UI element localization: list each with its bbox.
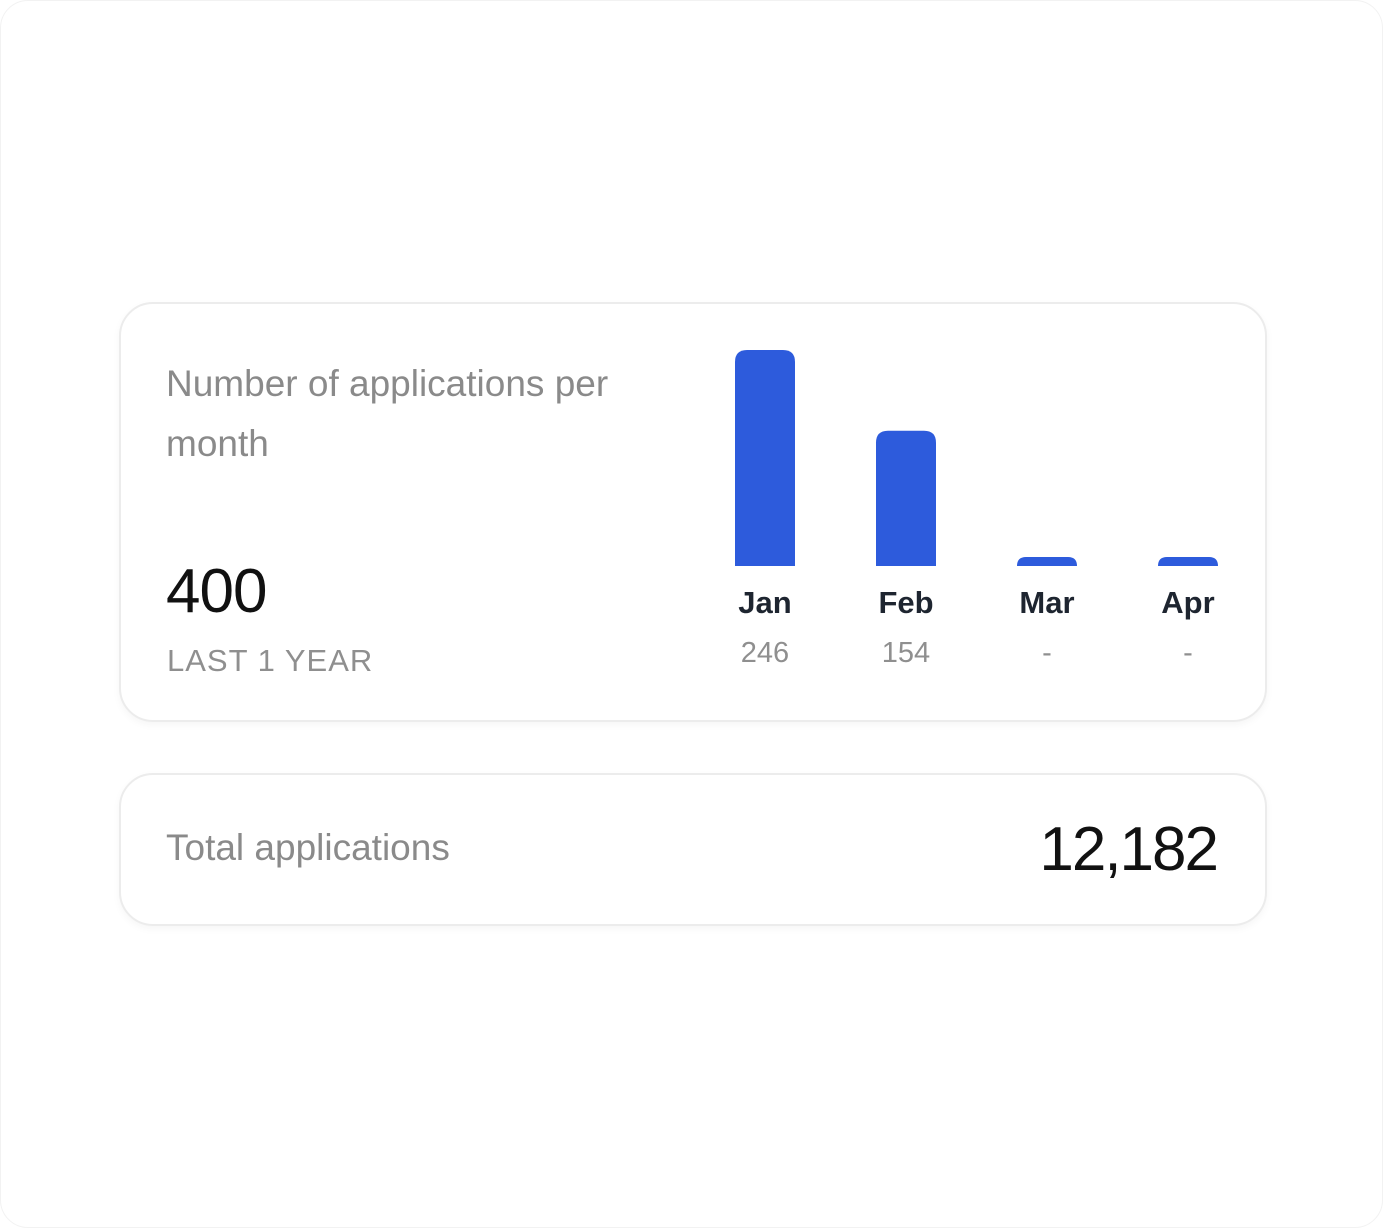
bar-feb	[876, 430, 936, 566]
value-label-mar: -	[1042, 637, 1052, 669]
total-applications-label: Total applications	[166, 827, 450, 868]
applications-per-month-card: Number of applications per month 400 LAS…	[119, 302, 1267, 722]
month-label-apr: Apr	[1161, 585, 1214, 620]
value-label-jan: 246	[741, 637, 789, 669]
value-label-feb: 154	[882, 637, 930, 669]
bar-jan	[735, 350, 795, 566]
bar-mar	[1017, 557, 1077, 566]
month-label-mar: Mar	[1019, 585, 1074, 620]
total-applications-value: 12,182	[1039, 815, 1219, 884]
bar-chart: Jan 246 Feb 154 Mar - Apr -	[735, 350, 1218, 669]
bar-apr	[1158, 557, 1218, 566]
month-label-jan: Jan	[738, 585, 791, 620]
value-label-apr: -	[1183, 637, 1193, 669]
total-applications-card: Total applications 12,182	[119, 773, 1267, 926]
month-label-feb: Feb	[878, 585, 933, 620]
